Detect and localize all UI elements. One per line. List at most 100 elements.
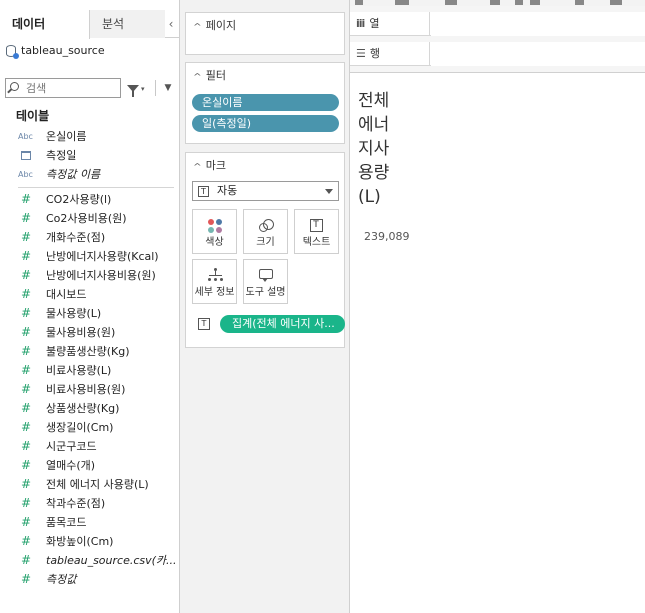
- measure-field[interactable]: # 불량품생산량(Kg): [0, 342, 180, 361]
- dimension-field[interactable]: Abc 측정값 이름: [0, 165, 180, 184]
- measure-field[interactable]: # 난방에너지사용량(Kcal): [0, 247, 180, 266]
- rows-shelf[interactable]: ☰ 행: [350, 42, 645, 66]
- funnel-icon: [127, 84, 139, 97]
- pages-card[interactable]: ^ 페이지: [185, 12, 345, 55]
- columns-shelf-label: iii 열: [356, 12, 430, 36]
- number-type-icon: #: [21, 439, 32, 453]
- measure-field[interactable]: # 난방에너지사용비용(원): [0, 266, 180, 285]
- number-type-icon: #: [21, 572, 32, 586]
- number-type-icon: #: [21, 515, 32, 529]
- measure-field[interactable]: # 생장길이(Cm): [0, 418, 180, 437]
- measure-field[interactable]: # 물사용비용(원): [0, 323, 180, 342]
- view-canvas[interactable]: 전체 에너 지사 용량 (L) 239,089: [350, 72, 645, 613]
- field-name: 상품생산량(Kg): [46, 402, 120, 415]
- database-icon: [6, 45, 19, 59]
- measure-field[interactable]: # Co2사용비용(원): [0, 209, 180, 228]
- data-source[interactable]: tableau_source: [6, 42, 105, 60]
- dimension-field[interactable]: 측정일: [0, 146, 180, 165]
- number-type-icon: #: [21, 477, 32, 491]
- measure-field[interactable]: # 착과수준(점): [0, 494, 180, 513]
- chevron-down-icon: [325, 189, 333, 194]
- text-encoding-icon: T: [198, 318, 210, 330]
- filters-card-header[interactable]: ^ 필터: [193, 67, 226, 83]
- field-name: 난방에너지사용비용(원): [46, 269, 156, 282]
- filter-fields-button[interactable]: ▾: [127, 79, 149, 97]
- divider: [18, 187, 174, 188]
- text-button-label: 텍스트: [302, 237, 331, 248]
- search-box[interactable]: [5, 78, 121, 98]
- number-type-icon: #: [21, 287, 32, 301]
- mark-type-value: 자동: [217, 184, 238, 197]
- text-button[interactable]: T 텍스트: [294, 209, 339, 254]
- field-name: 온실이름: [46, 130, 87, 143]
- measure-header-line: 전체: [358, 91, 390, 111]
- search-input[interactable]: [26, 80, 118, 96]
- tab-analysis[interactable]: 분석: [90, 10, 165, 38]
- rows-shelf-label: ☰ 행: [356, 42, 430, 66]
- measure-header-line: 지사: [358, 139, 390, 159]
- measure-field[interactable]: # 품목코드: [0, 513, 180, 532]
- number-type-icon: #: [21, 249, 32, 263]
- field-name: 열매수(개): [46, 459, 96, 472]
- data-pane-menu-button[interactable]: ▼: [161, 78, 175, 98]
- measure-field[interactable]: # 전체 에너지 사용량(L): [0, 475, 180, 494]
- detail-button[interactable]: 세부 정보: [192, 259, 237, 304]
- color-button[interactable]: 색상: [192, 209, 237, 254]
- measure-field[interactable]: # 비료사용비용(원): [0, 380, 180, 399]
- measure-field[interactable]: # tableau_source.csv(카...: [0, 551, 180, 570]
- measure-field[interactable]: # 상품생산량(Kg): [0, 399, 180, 418]
- rows-drop-area[interactable]: [431, 42, 645, 66]
- tooltip-icon: [258, 268, 274, 284]
- field-name: 물사용량(L): [46, 307, 102, 320]
- field-name: 측정일: [46, 149, 77, 162]
- tooltip-button-label: 도구 설명: [245, 287, 286, 298]
- measure-field[interactable]: # 비료사용량(L): [0, 361, 180, 380]
- field-name: 착과수준(점): [46, 497, 106, 510]
- field-name: tableau_source.csv(카...: [46, 554, 177, 567]
- calendar-icon: [21, 151, 31, 160]
- tooltip-button[interactable]: 도구 설명: [243, 259, 288, 304]
- search-icon: [10, 82, 19, 91]
- number-type-icon: #: [21, 496, 32, 510]
- measure-field[interactable]: # 측정값: [0, 570, 180, 589]
- text-icon: T: [309, 218, 325, 234]
- number-type-icon: #: [21, 534, 32, 548]
- measure-field[interactable]: # 열매수(개): [0, 456, 180, 475]
- collapse-pane-icon[interactable]: ‹: [164, 10, 178, 38]
- columns-icon: iii: [356, 17, 365, 30]
- measure-field[interactable]: # 시군구코드: [0, 437, 180, 456]
- filter-pill-greenhouse[interactable]: 온실이름: [192, 94, 339, 111]
- field-name: 난방에너지사용량(Kcal): [46, 250, 159, 263]
- tab-data[interactable]: 데이터: [0, 10, 90, 39]
- dimension-field[interactable]: Abc 온실이름: [0, 127, 180, 146]
- data-source-label: tableau_source: [21, 44, 105, 57]
- measure-field[interactable]: # 대시보드: [0, 285, 180, 304]
- number-type-icon: #: [21, 382, 32, 396]
- marks-card-title: 마크: [205, 159, 226, 172]
- measure-pill-total-energy[interactable]: 집계(전체 에너지 사...: [220, 315, 345, 333]
- measure-field[interactable]: # CO2사용량(l): [0, 190, 180, 209]
- field-name: 불량품생산량(Kg): [46, 345, 130, 358]
- columns-drop-area[interactable]: [431, 12, 645, 36]
- size-button[interactable]: 크기: [243, 209, 288, 254]
- aggregate-value[interactable]: 239,089: [364, 230, 410, 243]
- number-type-icon: #: [21, 230, 32, 244]
- marks-card[interactable]: ^ 마크 T 자동 색상 크기 T 텍스트 세부 정보 도구 설명 T 집계(전…: [185, 152, 345, 348]
- marks-card-header[interactable]: ^ 마크: [193, 157, 226, 173]
- field-name: 물사용비용(원): [46, 326, 116, 339]
- size-icon: [258, 218, 274, 234]
- number-type-icon: #: [21, 306, 32, 320]
- number-type-icon: #: [21, 458, 32, 472]
- measure-field[interactable]: # 화방높이(Cm): [0, 532, 180, 551]
- mark-type-select[interactable]: T 자동: [192, 181, 339, 201]
- number-type-icon: #: [21, 192, 32, 206]
- columns-shelf[interactable]: iii 열: [350, 12, 645, 36]
- color-icon: [207, 218, 223, 234]
- pages-card-header[interactable]: ^ 페이지: [193, 17, 236, 33]
- number-type-icon: #: [21, 401, 32, 415]
- filters-card[interactable]: ^ 필터 온실이름 일(측정일): [185, 62, 345, 144]
- measure-field[interactable]: # 물사용량(L): [0, 304, 180, 323]
- measure-field[interactable]: # 개화수준(점): [0, 228, 180, 247]
- filter-pill-day[interactable]: 일(측정일): [192, 115, 339, 132]
- field-name: 생장길이(Cm): [46, 421, 114, 434]
